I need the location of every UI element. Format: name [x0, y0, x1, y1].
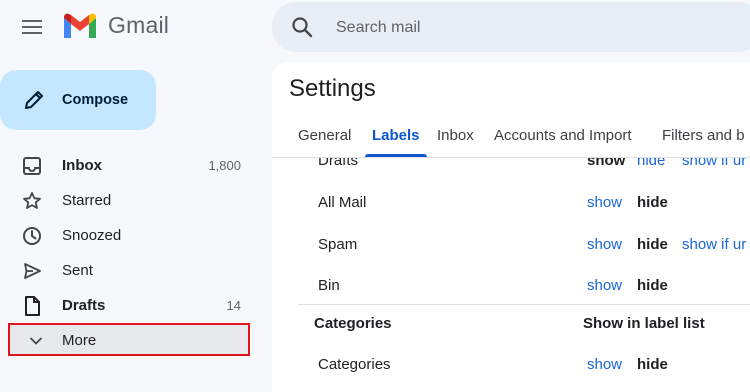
- hide-option[interactable]: hide: [637, 356, 668, 373]
- label-row-categories: Categories show hide: [272, 352, 750, 382]
- section-column-heading: Show in label list: [583, 315, 705, 332]
- labels-list: Drafts show hide show if ur All Mail sho…: [272, 158, 750, 392]
- label-name: Bin: [318, 277, 340, 294]
- clock-icon: [20, 224, 44, 248]
- sidebar-item-snoozed[interactable]: Snoozed: [0, 218, 262, 253]
- label-name: Spam: [318, 236, 358, 253]
- app-brand: Gmail: [108, 12, 170, 38]
- tab-general[interactable]: General: [298, 127, 351, 144]
- inbox-icon: [20, 154, 44, 178]
- compose-button[interactable]: Compose: [0, 70, 156, 130]
- tab-inbox[interactable]: Inbox: [437, 127, 474, 144]
- settings-tabs: General Labels Inbox Accounts and Import…: [272, 117, 750, 158]
- sidebar-item-inbox[interactable]: Inbox 1,800: [0, 148, 262, 183]
- chevron-down-icon: [24, 329, 48, 353]
- tab-filters[interactable]: Filters and b: [662, 127, 745, 144]
- tab-labels[interactable]: Labels: [372, 127, 420, 144]
- show-link[interactable]: show: [587, 194, 622, 211]
- draft-file-icon: [20, 294, 44, 318]
- label-row-spam: Spam show hide show if ur: [272, 232, 750, 262]
- sidebar-item-label: Snoozed: [62, 227, 122, 244]
- show-link[interactable]: show: [587, 277, 622, 294]
- label-name: Categories: [318, 356, 391, 373]
- section-heading: Categories: [314, 315, 392, 332]
- send-icon: [20, 259, 44, 283]
- sidebar-item-label: Drafts: [62, 297, 106, 314]
- show-if-unread-link[interactable]: show if ur: [682, 236, 746, 253]
- section-divider: [298, 304, 750, 305]
- hide-link[interactable]: hide: [637, 158, 665, 169]
- page-title: Settings: [289, 75, 376, 102]
- show-link[interactable]: show: [587, 356, 622, 373]
- sidebar-item-drafts[interactable]: Drafts 14: [0, 288, 262, 323]
- unread-count: 1,800: [208, 158, 241, 173]
- hide-option[interactable]: hide: [637, 236, 668, 253]
- sidebar-item-label: Inbox: [62, 157, 102, 174]
- search-input[interactable]: [334, 2, 738, 54]
- settings-panel: Settings General Labels Inbox Accounts a…: [272, 62, 750, 392]
- star-icon: [20, 189, 44, 213]
- sidebar-item-starred[interactable]: Starred: [0, 183, 262, 218]
- gmail-logo-icon[interactable]: [62, 12, 98, 40]
- search-bar[interactable]: [272, 2, 750, 54]
- sidebar-item-sent[interactable]: Sent: [0, 253, 262, 288]
- search-icon[interactable]: [290, 15, 314, 39]
- tab-accounts-and-import[interactable]: Accounts and Import: [494, 127, 632, 144]
- sidebar-item-label: Starred: [62, 192, 112, 209]
- sidebar-item-label: Sent: [62, 262, 93, 279]
- compose-label: Compose: [62, 92, 129, 108]
- label-name: All Mail: [318, 194, 367, 211]
- show-link[interactable]: show: [587, 236, 622, 253]
- pencil-icon: [22, 88, 46, 112]
- label-row-bin: Bin show hide: [272, 273, 750, 303]
- active-tab-indicator: [365, 154, 427, 157]
- label-name: Drafts: [318, 158, 359, 169]
- label-row-drafts: Drafts show hide show if ur: [272, 158, 750, 178]
- sidebar-item-label: More: [62, 332, 97, 349]
- hide-option[interactable]: hide: [637, 194, 668, 211]
- sidebar-item-more[interactable]: More: [8, 323, 250, 356]
- show-option[interactable]: show: [587, 158, 625, 169]
- draft-count: 14: [226, 298, 241, 313]
- hide-option[interactable]: hide: [637, 277, 668, 294]
- show-if-unread-link[interactable]: show if ur: [682, 158, 746, 169]
- main-menu-icon[interactable]: [18, 13, 46, 41]
- label-row-all-mail: All Mail show hide: [272, 190, 750, 220]
